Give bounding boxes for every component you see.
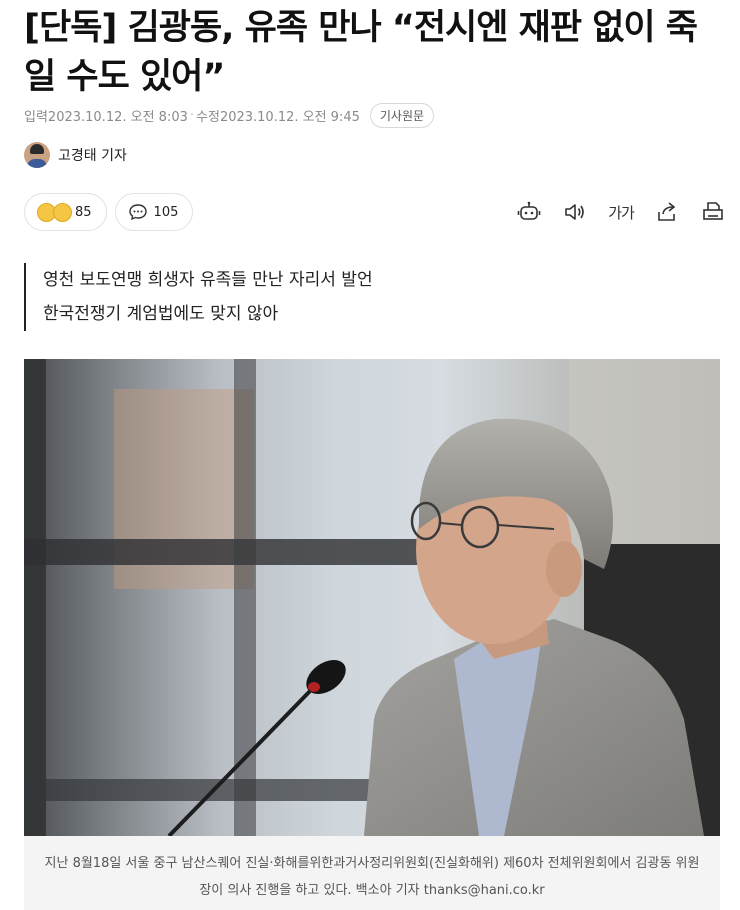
article-meta: 입력 2023.10.12. 오전 8:03 · 수정 2023.10.12. … <box>24 102 435 128</box>
author-avatar <box>24 142 50 168</box>
author-name[interactable]: 고경태 기자 <box>58 145 127 165</box>
summary-bot-button[interactable] <box>516 199 542 225</box>
modified-time: 2023.10.12. 오전 9:45 <box>219 109 360 125</box>
share-button[interactable] <box>654 199 680 225</box>
summary-line: 한국전쟁기 계엄법에도 맞지 않아 <box>43 304 279 324</box>
share-icon <box>658 202 676 221</box>
article-photo <box>24 359 720 836</box>
reaction-count: 85 <box>75 204 92 220</box>
font-size-icon: 가가 <box>608 203 635 222</box>
original-article-button[interactable]: 기사원문 <box>369 102 435 128</box>
photo-illustration <box>24 359 720 836</box>
article-toolbar: 가가 <box>516 199 726 225</box>
font-size-button[interactable]: 가가 <box>608 199 635 225</box>
article-page: [단독] 김광동, 유족 만나 “전시엔 재판 없이 죽일 수도 있어” 입력 … <box>0 0 740 910</box>
modified-label: 수정 <box>196 109 220 125</box>
reaction-bar: 85 105 <box>24 193 194 231</box>
byline[interactable]: 고경태 기자 <box>24 142 127 168</box>
photo-caption: 지난 8월18일 서울 중구 남산스퀘어 진실·화해를위한과거사정리위원회(진실… <box>24 836 720 910</box>
comment-count: 105 <box>153 204 179 220</box>
comment-icon <box>128 204 147 221</box>
print-icon <box>703 202 723 220</box>
reaction-emoji-icon <box>37 202 72 222</box>
listen-button[interactable] <box>562 199 588 225</box>
published-time: 2023.10.12. 오전 8:03 <box>47 109 188 125</box>
article-title: [단독] 김광동, 유족 만나 “전시엔 재판 없이 죽일 수도 있어” <box>24 8 698 97</box>
article-summary: 영천 보도연맹 희생자 유족들 만난 자리서 발언 한국전쟁기 계엄법에도 맞지… <box>24 263 373 331</box>
summary-line: 영천 보도연맹 희생자 유족들 만난 자리서 발언 <box>43 270 373 290</box>
reaction-button[interactable]: 85 <box>24 193 107 231</box>
speaker-icon <box>565 204 584 220</box>
comment-button[interactable]: 105 <box>114 193 194 231</box>
print-button[interactable] <box>700 199 726 225</box>
published-label: 입력 <box>24 109 48 125</box>
meta-separator: · <box>189 107 195 123</box>
robot-icon <box>517 201 541 220</box>
